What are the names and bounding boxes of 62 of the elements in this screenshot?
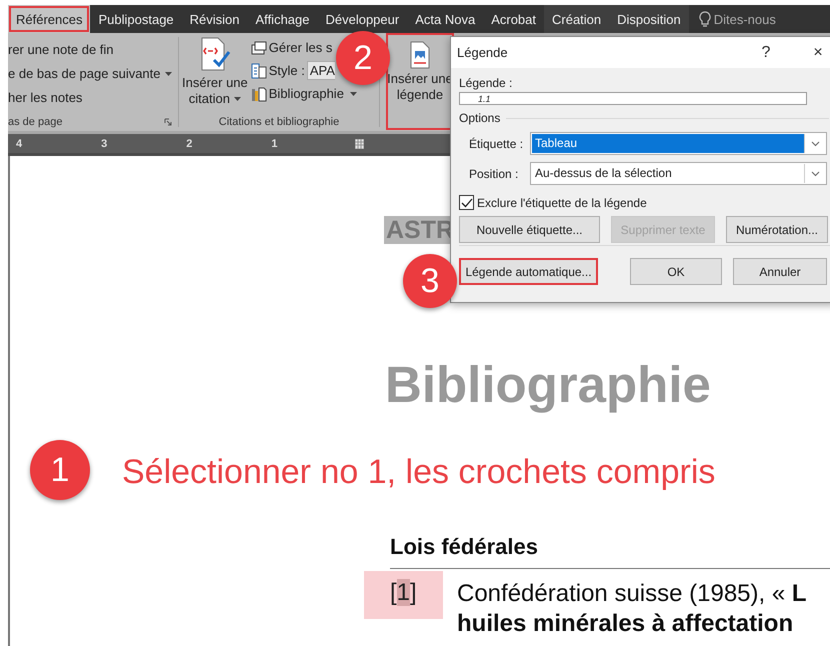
- dialog-button[interactable]: Numérotation...: [726, 216, 828, 243]
- reference-number: [1]: [364, 571, 443, 619]
- ribbon-tab[interactable]: Révision: [182, 5, 248, 33]
- lightbulb-icon: [698, 10, 711, 28]
- document-title: Bibliographie: [385, 356, 711, 414]
- chevron-down-icon: [810, 140, 820, 146]
- field-label: Étiquette :: [468, 136, 524, 150]
- reference-text: Confédération suisse (1985), « L: [457, 579, 807, 609]
- caption-field[interactable]: 1.1: [459, 92, 807, 105]
- section-heading: Lois fédérales: [390, 534, 830, 569]
- step-badge: 3: [403, 254, 457, 308]
- ruler-number: 2: [186, 138, 192, 150]
- ruler-number: 1: [271, 138, 278, 150]
- ribbon-button[interactable]: e de bas de page suivante: [8, 63, 172, 83]
- group-label: Citations et bibliographie: [218, 116, 340, 130]
- close-button[interactable]: ×: [800, 44, 830, 62]
- caret-icon: [350, 92, 357, 96]
- dropdown-value: Tableau: [532, 134, 804, 153]
- field-label: Légende :: [459, 76, 512, 90]
- ribbon-tab[interactable]: Références: [8, 5, 90, 33]
- manage-sources-icon: [250, 40, 267, 54]
- ribbon-tab[interactable]: Acta Nova: [407, 5, 484, 33]
- ribbon-tab[interactable]: Acrobat: [483, 5, 544, 33]
- ribbon-button[interactable]: her les notes: [8, 87, 82, 107]
- style-dropdown[interactable]: APA: [306, 61, 335, 80]
- ruler-number: 4: [16, 138, 22, 150]
- dialog-launcher-icon[interactable]: [164, 118, 172, 126]
- insert-citation-button[interactable]: Insérer une citation: [181, 33, 249, 107]
- style-icon: [250, 62, 267, 78]
- group-label: as de page: [8, 116, 62, 128]
- dropdown-field[interactable]: Tableau: [530, 132, 827, 155]
- chevron-down-icon: [810, 170, 820, 176]
- ribbon-tab[interactable]: Création: [544, 5, 610, 33]
- checkbox-label: Exclure l'étiquette de la légende: [477, 196, 647, 210]
- ruler-number: 3: [101, 138, 108, 150]
- section-label: Options: [459, 111, 500, 125]
- ribbon-button[interactable]: rer une note de fin: [8, 39, 114, 59]
- instruction-text: Sélectionner no 1, les crochets compris: [122, 452, 716, 493]
- checkbox[interactable]: [459, 195, 474, 210]
- caret-icon: [234, 96, 241, 101]
- books-icon: [250, 86, 267, 102]
- ribbon-tab[interactable]: Affichage: [248, 5, 318, 33]
- bibliography-button[interactable]: Bibliographie: [250, 83, 357, 104]
- step-badge: 1: [30, 440, 90, 500]
- help-button[interactable]: ?: [748, 44, 784, 62]
- ribbon-tab[interactable]: Disposition: [609, 5, 689, 33]
- dialog-button[interactable]: Légende automatique...: [459, 258, 598, 285]
- dropdown-field[interactable]: Au-dessus de la sélection: [530, 162, 827, 185]
- manage-sources-button[interactable]: Gérer les s: [250, 37, 332, 58]
- ribbon-tab[interactable]: Développeur: [317, 5, 408, 33]
- reference-text: huiles minérales à affectation: [457, 609, 794, 639]
- column-marker-icon[interactable]: [354, 138, 364, 148]
- style-label: Style :: [268, 63, 305, 78]
- dialog-button[interactable]: Annuler: [733, 258, 827, 285]
- dialog-title: Légende: [457, 45, 509, 60]
- caption-icon: [409, 41, 431, 69]
- ribbon-tab[interactable]: Publipostage: [90, 5, 182, 33]
- dropdown-value: Au-dessus de la sélection: [534, 165, 673, 182]
- tell-me-search[interactable]: Dites-nous: [714, 12, 776, 26]
- dialog-button[interactable]: Nouvelle étiquette...: [459, 216, 600, 243]
- field-label: Position :: [468, 166, 520, 180]
- dialog-button[interactable]: OK: [630, 258, 722, 285]
